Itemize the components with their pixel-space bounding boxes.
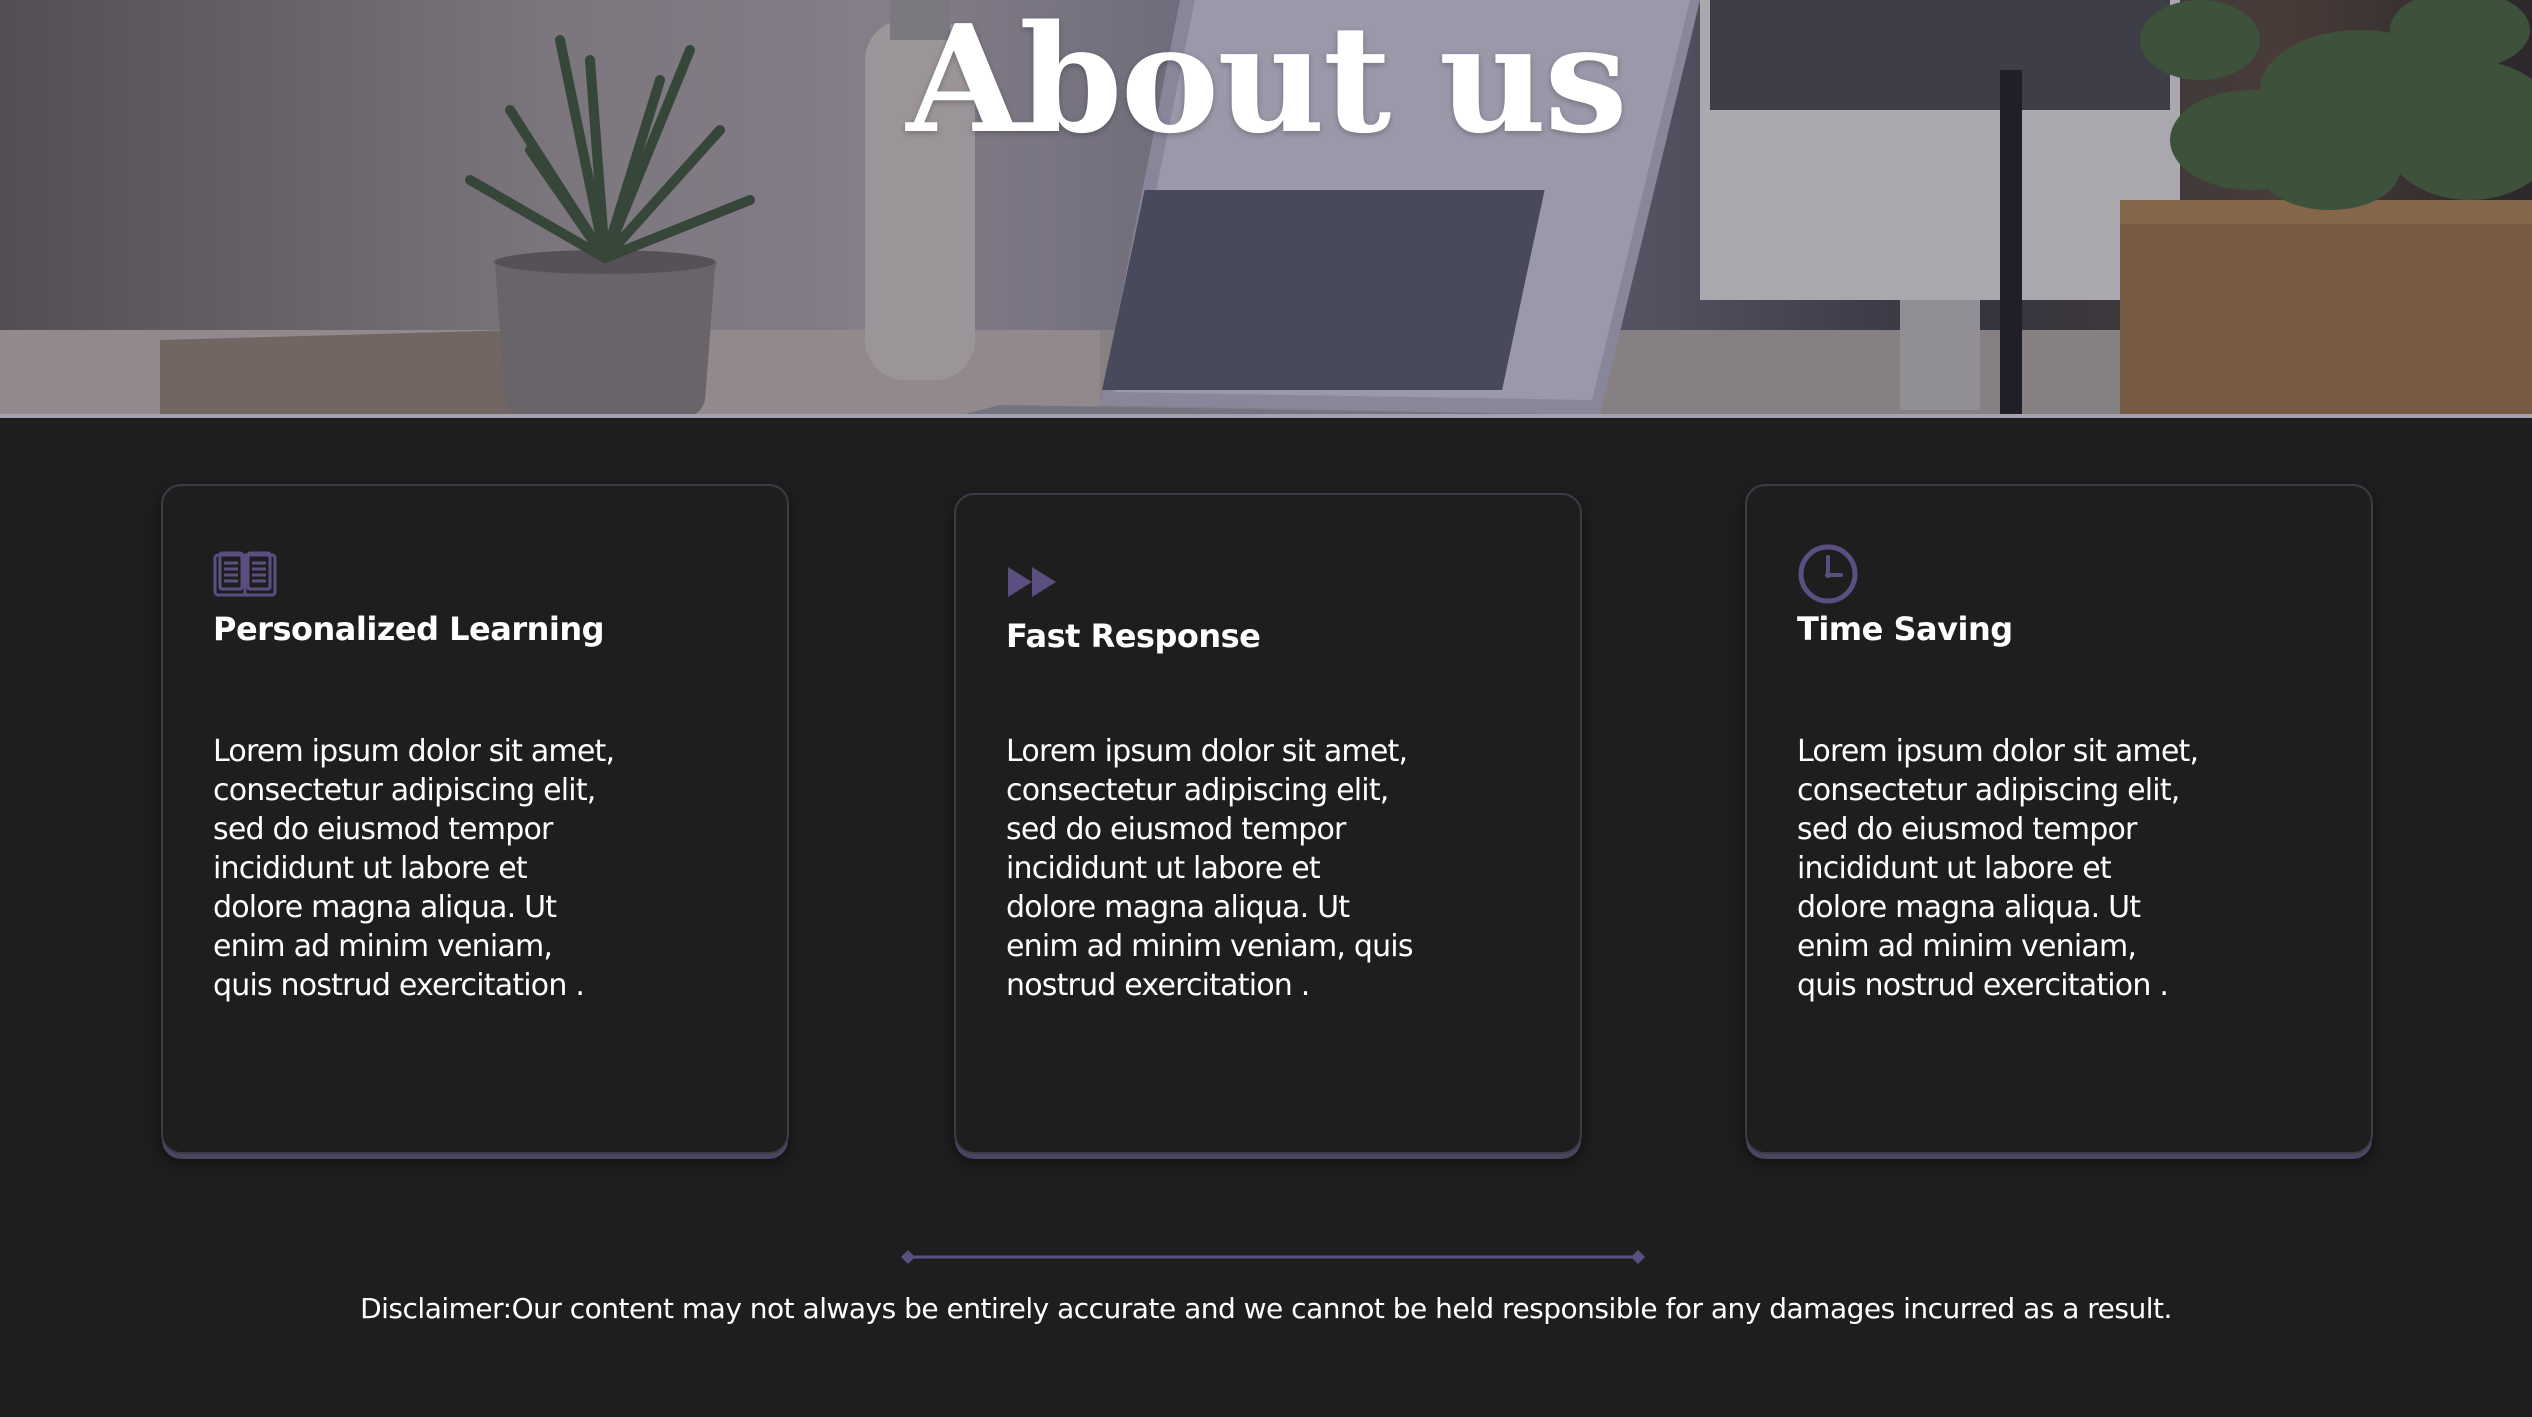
open-book-icon xyxy=(213,551,277,601)
feature-card-personalized-learning: Personalized Learning Lorem ipsum dolor … xyxy=(161,484,789,1154)
card-body: Lorem ipsum dolor sit amet, consectetur … xyxy=(1797,734,2199,1003)
feature-card-fast-response: Fast Response Lorem ipsum dolor sit amet… xyxy=(954,493,1582,1154)
diamond-line-divider xyxy=(901,1250,1645,1264)
card-body: Lorem ipsum dolor sit amet, consectetur … xyxy=(1006,734,1413,1003)
card-title: Personalized Learning xyxy=(213,610,605,648)
fast-forward-icon xyxy=(1006,565,1058,603)
card-body: Lorem ipsum dolor sit amet, consectetur … xyxy=(213,734,615,1003)
card-title: Fast Response xyxy=(1006,617,1261,655)
hero-banner: About us xyxy=(0,0,2532,418)
page-title: About us xyxy=(906,0,1627,166)
disclaimer-text: Disclaimer:Our content may not always be… xyxy=(360,1292,2172,1325)
clock-icon xyxy=(1797,543,1859,609)
card-title: Time Saving xyxy=(1797,610,2013,648)
feature-card-time-saving: Time Saving Lorem ipsum dolor sit amet, … xyxy=(1745,484,2373,1154)
